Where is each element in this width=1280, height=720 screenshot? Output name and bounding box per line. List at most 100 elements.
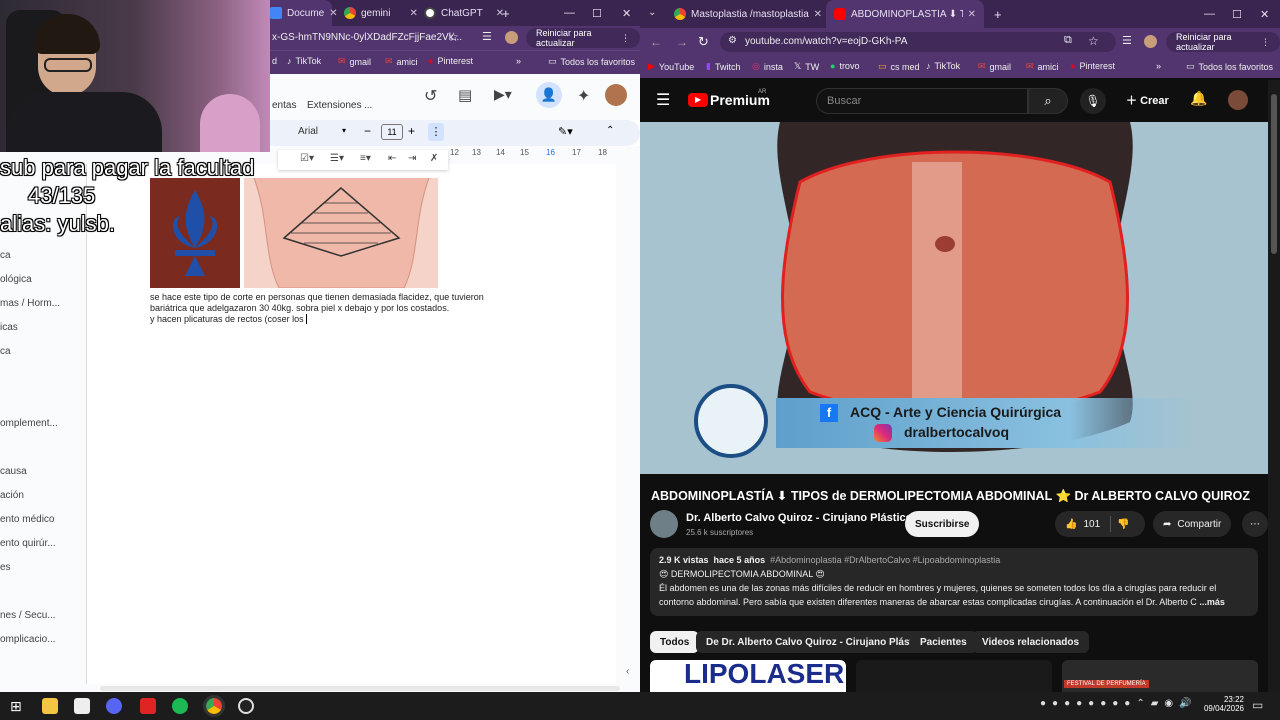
hamburger-menu-icon[interactable]: ☰ bbox=[656, 90, 670, 110]
app-icon[interactable] bbox=[140, 698, 156, 714]
bookmark-cs-med[interactable]: ▭ cs med bbox=[878, 61, 920, 72]
menu-more[interactable]: ... bbox=[364, 100, 372, 111]
bookmark-insta[interactable]: ◎ insta bbox=[752, 61, 783, 72]
clear-format-icon[interactable]: ✗ bbox=[430, 153, 438, 164]
channel-name[interactable]: Dr. Alberto Calvo Quiroz - Cirujano Plás… bbox=[686, 512, 912, 524]
menu-extensions[interactable]: Extensiones bbox=[307, 100, 361, 111]
outline-item[interactable]: ológica bbox=[0, 274, 32, 285]
url-text[interactable]: x-GS-hmTN9NNc-0ylXDadFZcFjjFae2Vk... bbox=[272, 32, 462, 43]
font-size-decrease[interactable]: − bbox=[364, 124, 371, 138]
tab-chatgpt[interactable]: ChatGPT ✕ bbox=[416, 0, 504, 26]
hashtags[interactable]: #Abdominoplastia #DrAlbertoCalvo #Lipoab… bbox=[770, 555, 1000, 565]
avatar[interactable] bbox=[1228, 90, 1248, 110]
youtube-logo-icon[interactable]: ▶ bbox=[688, 93, 708, 107]
close-window-button[interactable]: ✕ bbox=[1252, 0, 1277, 28]
scrollbar-thumb[interactable] bbox=[1271, 94, 1277, 254]
app-icon[interactable] bbox=[74, 698, 90, 714]
comment-icon[interactable]: ▤ bbox=[458, 86, 472, 104]
tab-docs[interactable]: Docume ✕ bbox=[262, 0, 338, 26]
discord-icon[interactable] bbox=[106, 698, 122, 714]
microphone-icon[interactable]: 🎙 bbox=[1080, 88, 1106, 114]
obs-icon[interactable] bbox=[238, 698, 254, 714]
outline-item[interactable]: es bbox=[0, 562, 11, 573]
outline-item[interactable]: nes / Secu... bbox=[0, 610, 56, 621]
meet-icon[interactable]: ▶▾ bbox=[494, 86, 512, 103]
maximize-button[interactable]: ☐ bbox=[584, 0, 610, 26]
star-icon[interactable]: ☆ bbox=[448, 30, 459, 44]
subscribe-button[interactable]: Suscribirse bbox=[905, 511, 980, 537]
spotify-icon[interactable] bbox=[172, 698, 188, 714]
font-size-increase[interactable]: + bbox=[408, 124, 415, 138]
search-input[interactable]: Buscar bbox=[816, 88, 1028, 114]
bookmark-tiktok[interactable]: ♪ TikTok bbox=[926, 61, 960, 71]
page-scrollbar[interactable] bbox=[1268, 80, 1280, 692]
minimize-button[interactable]: — bbox=[556, 0, 583, 26]
avatar[interactable] bbox=[605, 84, 627, 106]
install-icon[interactable]: ⧉ bbox=[1064, 34, 1072, 47]
font-size-input[interactable]: 11 bbox=[381, 124, 403, 140]
indent-decrease-icon[interactable]: ⇤ bbox=[388, 153, 396, 164]
outline-item[interactable]: ca bbox=[0, 250, 11, 261]
history-icon[interactable]: ↺ bbox=[424, 86, 437, 106]
update-button[interactable]: Reiniciar para actualizar ⋮ bbox=[526, 28, 640, 48]
horizontal-scrollbar[interactable] bbox=[100, 686, 620, 691]
doc-body-text[interactable]: se hace este tipo de corte en personas q… bbox=[150, 292, 550, 325]
notification-icon[interactable]: ▭ bbox=[1252, 698, 1263, 712]
tab-mastoplastia[interactable]: Mastoplastia /mastoplastia de ✕ bbox=[666, 0, 830, 28]
windows-start-icon[interactable]: ⊞ bbox=[10, 698, 26, 714]
bookmark-tiktok[interactable]: ♪ TikTok bbox=[287, 56, 321, 66]
font-select[interactable]: Arial bbox=[298, 126, 318, 137]
chevron-left-icon[interactable]: ‹ bbox=[626, 666, 640, 684]
bookmark-trovo[interactable]: ● trovo bbox=[830, 61, 859, 71]
outline-item[interactable]: omplement... bbox=[0, 418, 58, 429]
bookmark-d[interactable]: d bbox=[272, 56, 277, 66]
bookmark-pinterest[interactable]: ● Pinterest bbox=[428, 56, 473, 66]
more-options-icon[interactable]: ⋮ bbox=[428, 123, 444, 141]
numbered-list-icon[interactable]: ≡▾ bbox=[360, 153, 371, 164]
outline-item[interactable]: ento quirúr... bbox=[0, 538, 56, 549]
site-info-icon[interactable]: ⚙ bbox=[728, 35, 737, 46]
outline-item[interactable]: mas / Horm... bbox=[0, 298, 60, 309]
gemini-sparkle-icon[interactable]: ✦ bbox=[577, 86, 590, 106]
video-description[interactable]: 2.9 K vistas hace 5 años #Abdominoplasti… bbox=[650, 548, 1258, 616]
show-more-link[interactable]: ...más bbox=[1199, 597, 1225, 607]
clock[interactable]: 23:22 09/04/2026 bbox=[1200, 695, 1244, 713]
avatar[interactable] bbox=[1144, 35, 1157, 48]
checklist-icon[interactable]: ☑▾ bbox=[300, 153, 314, 164]
chip-patients[interactable]: Pacientes bbox=[910, 631, 977, 653]
update-button[interactable]: Reiniciar para actualizar ⋮ bbox=[1166, 32, 1280, 52]
chevron-right-icon[interactable]: » bbox=[1156, 61, 1161, 71]
more-actions-icon[interactable]: ⋯ bbox=[1242, 511, 1268, 537]
reload-icon[interactable]: ↻ bbox=[698, 34, 709, 50]
chevron-up-icon[interactable]: ⌃ bbox=[606, 125, 614, 136]
outline-item[interactable]: omplicacio... bbox=[0, 634, 56, 645]
close-icon[interactable]: ✕ bbox=[814, 9, 822, 20]
reading-list-icon[interactable]: ☰ bbox=[1122, 34, 1132, 47]
all-bookmarks[interactable]: ▭ Todos los favoritos bbox=[548, 56, 635, 67]
system-tray-icons[interactable]: ●●●●●●●●⌃▰◉🔊 bbox=[1040, 698, 1198, 709]
video-thumbnail[interactable]: FESTIVAL DE PERFUMERÍA bbox=[1062, 660, 1258, 692]
bookmark-tw[interactable]: 𝕏 TW bbox=[794, 61, 819, 72]
minimize-button[interactable]: — bbox=[1196, 0, 1223, 28]
forward-arrow-icon[interactable]: → bbox=[676, 35, 688, 49]
channel-avatar[interactable] bbox=[650, 510, 678, 538]
file-explorer-icon[interactable] bbox=[42, 698, 58, 714]
indent-increase-icon[interactable]: ⇥ bbox=[408, 153, 416, 164]
reading-list-icon[interactable]: ☰ bbox=[482, 30, 492, 43]
chevron-right-icon[interactable]: » bbox=[516, 56, 521, 66]
share-person-icon[interactable]: 👤 bbox=[536, 82, 562, 108]
outline-item[interactable]: icas bbox=[0, 322, 18, 333]
all-bookmarks[interactable]: ▭ Todos los favoritos bbox=[1186, 61, 1273, 72]
close-window-button[interactable]: ✕ bbox=[614, 0, 639, 26]
maximize-button[interactable]: ☐ bbox=[1224, 0, 1250, 28]
chevron-down-icon[interactable]: ▾ bbox=[342, 126, 346, 135]
bookmark-pinterest[interactable]: ● Pinterest bbox=[1070, 61, 1115, 71]
close-icon[interactable]: ✕ bbox=[968, 9, 976, 20]
bullet-list-icon[interactable]: ☰▾ bbox=[330, 153, 344, 164]
new-tab-button[interactable]: + bbox=[494, 0, 518, 26]
video-player[interactable]: f ACQ - Arte y Ciencia Quirúrgica dralbe… bbox=[640, 122, 1268, 474]
outline-item[interactable]: causa bbox=[0, 466, 27, 477]
outline-item[interactable]: ento médico bbox=[0, 514, 54, 525]
url-text[interactable]: youtube.com/watch?v=eojD-GKh-PA bbox=[745, 36, 907, 47]
edit-mode-icon[interactable]: ✎▾ bbox=[558, 125, 573, 138]
